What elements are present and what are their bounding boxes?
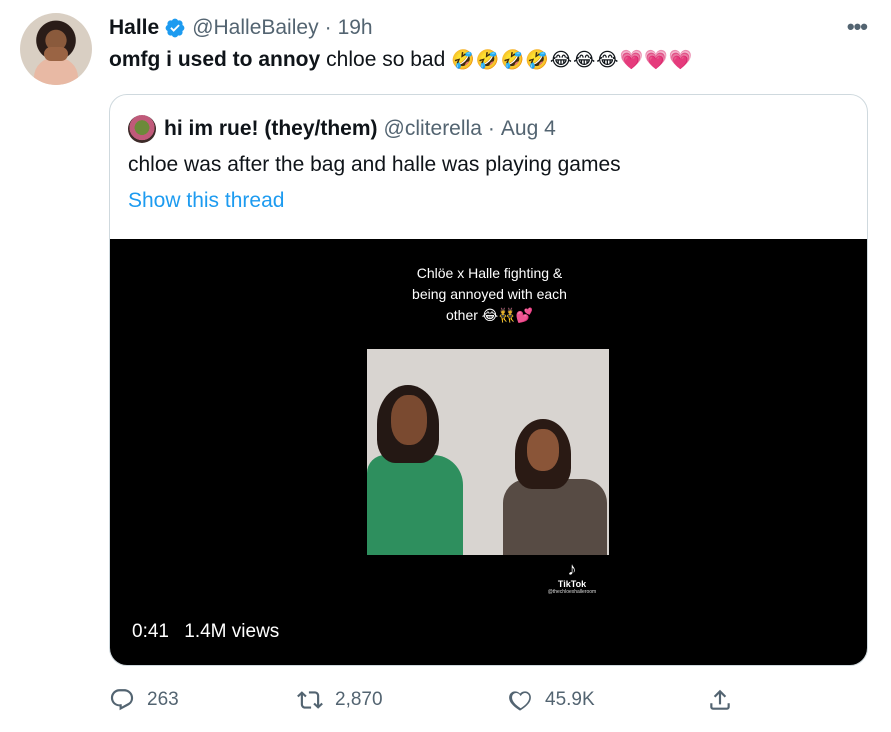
video-caption-line: being annoyed with each [412, 286, 567, 302]
show-thread-link[interactable]: Show this thread [128, 189, 284, 213]
author-avatar[interactable] [20, 13, 92, 85]
tweet-emojis: 🤣🤣🤣🤣😂😂😂💗💗💗 [451, 50, 694, 71]
separator-dot: · [487, 117, 495, 140]
more-options-icon[interactable]: ••• [847, 14, 868, 40]
quoted-tweet-header: hi im rue! (they/them) @cliterella · Aug… [128, 115, 556, 143]
video-stats: 0:41 1.4M views [132, 621, 279, 643]
tiktok-brand: TikTok [557, 579, 587, 589]
tiktok-account: @thechloexhalleroom [547, 589, 597, 595]
person-right-figure [503, 419, 607, 555]
video-frame-image [367, 349, 609, 555]
tweet-header: Halle @HalleBailey · 19h [109, 14, 373, 42]
share-icon [710, 689, 730, 710]
tiktok-icon: ♪ [567, 559, 577, 579]
video-duration: 0:41 [132, 621, 169, 642]
tweet-text-plain: chloe so bad [326, 48, 446, 71]
video-player[interactable]: Chlöe x Halle fighting & being annoyed w… [110, 239, 867, 665]
reply-button[interactable]: 263 [109, 684, 179, 716]
tweet-timestamp[interactable]: 19h [338, 16, 373, 40]
avatar-body-shape [34, 57, 78, 85]
video-caption-line: other 😂👯💕 [445, 307, 534, 323]
like-count: 45.9K [545, 689, 595, 710]
like-button[interactable]: 45.9K [507, 684, 595, 716]
tiktok-watermark: ♪ TikTok @thechloexhalleroom [537, 559, 607, 595]
avatar-hand-shape [44, 47, 68, 61]
author-name[interactable]: Halle [109, 16, 159, 40]
tweet-text: omfg i used to annoy chloe so bad 🤣🤣🤣🤣😂😂… [109, 48, 693, 72]
quoted-tweet-timestamp[interactable]: Aug 4 [501, 117, 556, 141]
tweet-text-bold: omfg i used to annoy [109, 48, 321, 71]
person-left-figure [367, 385, 463, 555]
share-button[interactable] [707, 684, 733, 716]
quoted-author-handle[interactable]: @cliterella [384, 117, 482, 141]
tweet-actions-bar: 263 2,870 45.9K [109, 684, 868, 716]
reply-icon [110, 689, 134, 711]
retweet-button[interactable]: 2,870 [297, 684, 383, 716]
quoted-tweet-card[interactable]: hi im rue! (they/them) @cliterella · Aug… [109, 94, 868, 666]
retweet-icon [297, 691, 323, 709]
verified-badge-icon [165, 18, 185, 38]
heart-icon [509, 691, 531, 711]
quoted-author-avatar[interactable] [128, 115, 156, 143]
quoted-author-name[interactable]: hi im rue! (they/them) [164, 117, 378, 141]
quoted-tweet-text: chloe was after the bag and halle was pl… [128, 153, 621, 176]
retweet-count: 2,870 [335, 689, 383, 710]
author-handle[interactable]: @HalleBailey [192, 16, 318, 40]
reply-count: 263 [147, 689, 179, 710]
video-views: 1.4M views [184, 621, 280, 642]
separator-dot: · [324, 16, 332, 39]
video-caption-line: Chlöe x Halle fighting & [416, 265, 563, 281]
video-caption: Chlöe x Halle fighting & being annoyed w… [110, 263, 867, 326]
